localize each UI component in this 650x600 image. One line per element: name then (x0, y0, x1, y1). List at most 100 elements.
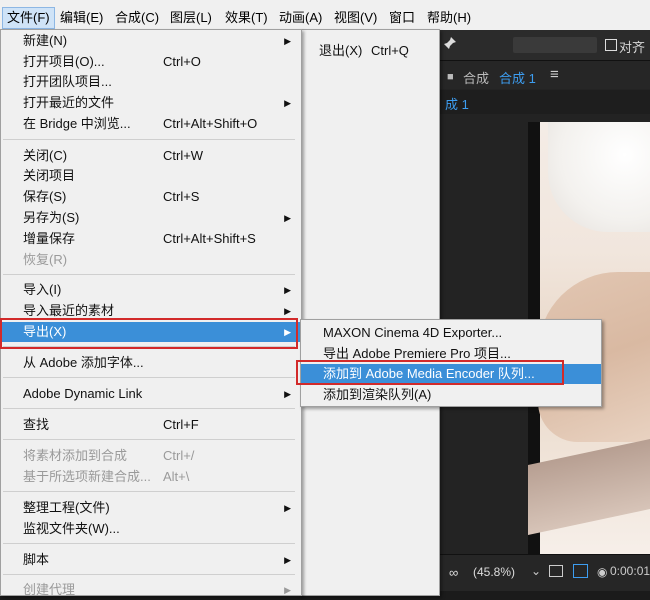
menu-item-shortcut: Ctrl+S (163, 189, 200, 204)
submenu-arrow-icon: ▶ (284, 555, 291, 565)
shadow (528, 439, 650, 535)
menu-item-label: 在 Bridge 中浏览... (23, 116, 131, 131)
submenu-arrow-icon: ▶ (284, 389, 291, 399)
lace-sleeve (548, 122, 650, 232)
menu-item-label: 脚本 (23, 552, 50, 567)
menu-item-add-footage-to-comp: 将素材添加到合成 Ctrl+/ (1, 446, 301, 466)
menu-item-label: 查找 (23, 417, 50, 432)
composition-prefix: 合成 (463, 71, 490, 86)
zoom-level[interactable]: (45.8%) (473, 565, 515, 579)
menu-item-label: 新建(N) (23, 33, 68, 48)
menu-item-increment-save[interactable]: 增量保存 Ctrl+Alt+Shift+S (1, 229, 301, 249)
menu-separator (3, 274, 295, 275)
menu-item-shortcut: Ctrl+F (163, 417, 199, 432)
menu-item-import[interactable]: 导入(I) ▶ (1, 280, 301, 300)
menu-separator (3, 439, 295, 440)
toolbar-icons[interactable] (513, 37, 597, 53)
menu-item-find[interactable]: 查找 Ctrl+F (1, 415, 301, 435)
menu-edit[interactable]: 编辑(E) (56, 8, 107, 28)
fit-icon[interactable] (549, 565, 563, 577)
composition-name[interactable]: 合成 1 (499, 68, 536, 87)
menu-item-shortcut: Ctrl+W (163, 148, 204, 163)
menu-item-close[interactable]: 关闭(C) Ctrl+W (1, 146, 301, 166)
composition-tab[interactable]: 成 1 (437, 90, 650, 114)
align-checkbox[interactable] (605, 39, 617, 51)
menu-item-shortcut: Ctrl+Alt+Shift+O (163, 116, 258, 131)
menu-item-open-recent[interactable]: 打开最近的文件 ▶ (1, 93, 301, 113)
menu-separator (3, 408, 295, 409)
submenu-arrow-icon: ▶ (284, 285, 291, 295)
pin-icon[interactable] (443, 36, 457, 50)
region-of-interest-icon[interactable] (573, 564, 588, 578)
menu-item-add-fonts-from-adobe[interactable]: 从 Adobe 添加字体... (1, 353, 301, 373)
goggles-icon[interactable]: ∞ (449, 565, 458, 580)
menu-item-exit[interactable]: 退出(X) Ctrl+Q (299, 41, 439, 61)
menu-item-label: 导入(I) (23, 282, 62, 297)
menu-item-label: MAXON Cinema 4D Exporter... (323, 325, 503, 340)
menu-item-label: 添加到渲染队列(A) (323, 387, 432, 402)
lock-icon[interactable]: ■ (447, 71, 454, 83)
menu-item-label: 将素材添加到合成 (23, 448, 128, 463)
menu-separator (3, 377, 295, 378)
composition-panel: 对齐 ■ 合成 合成 1 ≡ 成 1 ∞ (45.8%) ⌄ ◉ 0:00:01… (437, 30, 650, 591)
menu-item-close-project[interactable]: 关闭项目 (1, 166, 301, 186)
menu-effect[interactable]: 效果(T) (221, 8, 272, 28)
submenu-arrow-icon: ▶ (284, 98, 291, 108)
menu-separator (3, 491, 295, 492)
menu-item-watch-folder[interactable]: 监视文件夹(W)... (1, 519, 301, 539)
annotation-box-export (0, 318, 298, 349)
menu-item-label: 恢复(R) (23, 252, 68, 267)
menu-item-shortcut: Ctrl+O (163, 54, 201, 69)
menu-separator (3, 139, 295, 140)
panel-menu-icon[interactable]: ≡ (550, 66, 559, 83)
menu-item-label: 打开项目(O)... (23, 54, 105, 69)
timecode[interactable]: 0:00:01:2 (610, 564, 650, 578)
menu-item-label: 保存(S) (23, 189, 67, 204)
menu-item-save[interactable]: 保存(S) Ctrl+S (1, 187, 301, 207)
menu-item-adobe-dynamic-link[interactable]: Adobe Dynamic Link ▶ (1, 384, 301, 404)
menu-item-label: Adobe Dynamic Link (23, 386, 143, 401)
menu-separator (3, 543, 295, 544)
submenu-arrow-icon: ▶ (284, 36, 291, 46)
menu-item-browse-in-bridge[interactable]: 在 Bridge 中浏览... Ctrl+Alt+Shift+O (1, 114, 301, 134)
menu-item-label: 创建代理 (23, 582, 76, 597)
menu-item-cinema4d-exporter[interactable]: MAXON Cinema 4D Exporter... (301, 323, 601, 343)
menu-separator (3, 574, 295, 575)
menu-item-label: 基于所选项新建合成... (23, 469, 151, 484)
menu-item-label: 整理工程(文件) (23, 500, 110, 515)
menu-composition[interactable]: 合成(C) (111, 8, 163, 28)
menu-item-label: 监视文件夹(W)... (23, 521, 120, 536)
menu-animation[interactable]: 动画(A) (275, 8, 326, 28)
menu-item-shortcut: Ctrl+Alt+Shift+S (163, 231, 256, 246)
file-menu: 新建(N) ▶ 打开项目(O)... Ctrl+O 打开团队项目... 打开最近… (0, 29, 302, 597)
submenu-arrow-icon: ▶ (284, 585, 291, 595)
menu-help[interactable]: 帮助(H) (423, 8, 475, 28)
menu-item-label: 关闭项目 (23, 168, 76, 183)
menu-item-shortcut: Ctrl+Q (371, 43, 409, 58)
menu-file[interactable]: 文件(F) (2, 7, 55, 29)
camera-icon[interactable]: ◉ (597, 565, 607, 579)
align-label: 对齐 (619, 40, 646, 55)
menu-item-new[interactable]: 新建(N) ▶ (1, 31, 301, 51)
submenu-arrow-icon: ▶ (284, 213, 291, 223)
menu-item-label: 打开最近的文件 (23, 95, 115, 110)
menu-item-label: 另存为(S) (23, 210, 80, 225)
file-menu-column-2: 退出(X) Ctrl+Q (298, 29, 440, 596)
chevron-down-icon[interactable]: ⌄ (531, 564, 541, 578)
menu-view[interactable]: 视图(V) (330, 8, 381, 28)
menu-item-label: 打开团队项目... (23, 74, 112, 89)
menu-item-label: 关闭(C) (23, 148, 68, 163)
menu-item-dependencies[interactable]: 整理工程(文件) ▶ (1, 498, 301, 518)
menu-item-open-project[interactable]: 打开项目(O)... Ctrl+O (1, 52, 301, 72)
menu-item-revert: 恢复(R) (1, 250, 301, 270)
menu-item-add-to-render-queue[interactable]: 添加到渲染队列(A) (301, 385, 601, 405)
menu-item-save-as[interactable]: 另存为(S) ▶ (1, 208, 301, 228)
menu-window[interactable]: 窗口 (385, 8, 419, 28)
menu-item-create-proxy: 创建代理 ▶ (1, 580, 301, 600)
menu-item-scripts[interactable]: 脚本 ▶ (1, 550, 301, 570)
menu-item-label: 退出(X) (319, 43, 363, 58)
menu-layer[interactable]: 图层(L) (166, 8, 216, 28)
menu-item-shortcut: Ctrl+/ (163, 448, 195, 463)
menu-item-open-team-project[interactable]: 打开团队项目... (1, 72, 301, 92)
submenu-arrow-icon: ▶ (284, 503, 291, 513)
